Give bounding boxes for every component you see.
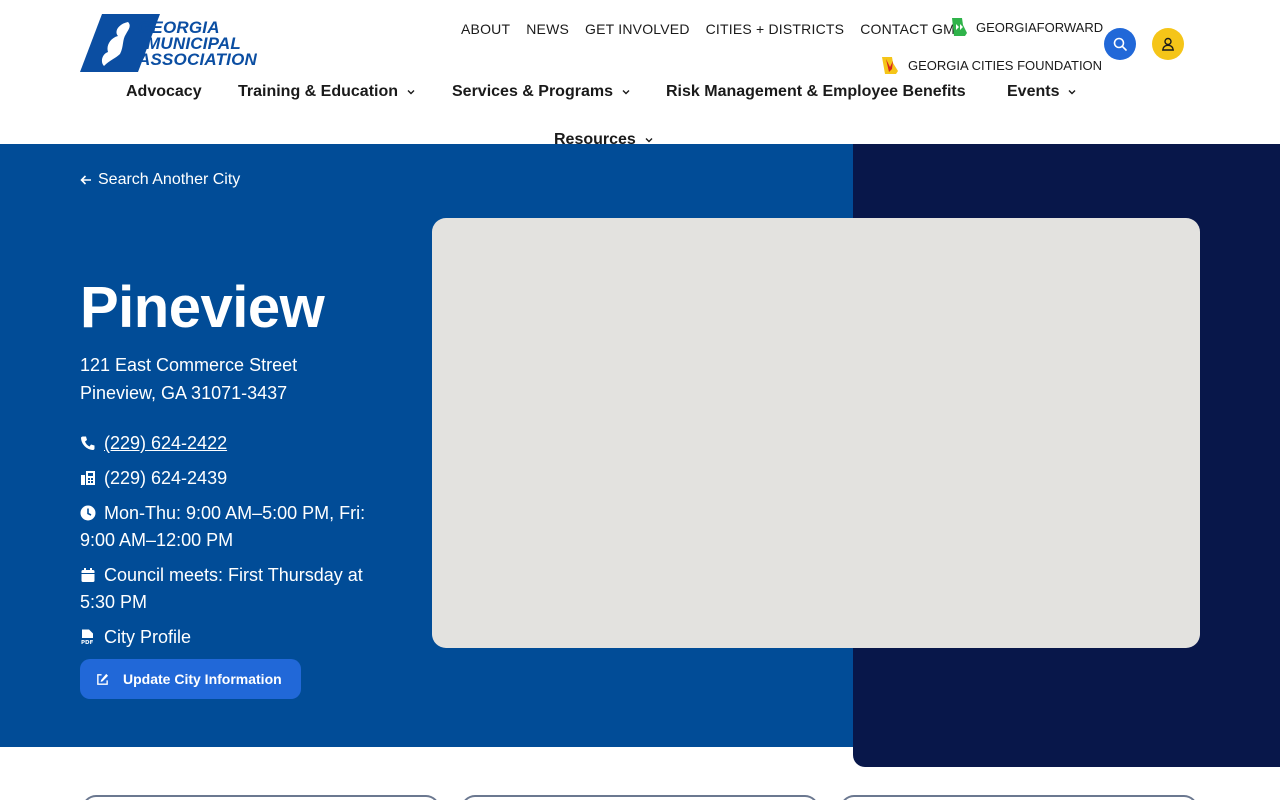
nav-training-label: Training & Education <box>238 83 399 100</box>
georgia-forward-icon <box>952 18 967 36</box>
site-header: GEORGIA MUNICIPAL ASSOCIATION ABOUT NEWS… <box>0 0 1280 148</box>
search-button[interactable] <box>1104 28 1136 60</box>
nav-services-label: Services & Programs <box>452 83 613 100</box>
hours-row: Mon-Thu: 9:00 AM–5:00 PM, Fri: 9:00 AM–1… <box>80 500 400 554</box>
council-row: Council meets: First Thursday at 5:30 PM <box>80 562 400 616</box>
svg-text:PDF: PDF <box>81 640 94 645</box>
search-icon <box>1113 37 1127 51</box>
nav-events-label: Events <box>1007 83 1060 100</box>
nav-risk-management[interactable]: Risk Management & Employee Benefits <box>666 81 966 103</box>
pdf-file-icon: PDF <box>81 629 94 645</box>
georgia-forward-link[interactable]: GEORGIAFORWARD <box>950 17 1103 37</box>
search-another-city-link[interactable]: Search Another City <box>80 171 240 189</box>
util-link-get-involved[interactable]: GET INVOLVED <box>585 20 690 38</box>
office-hours: Mon-Thu: 9:00 AM–5:00 PM, Fri: 9:00 AM–1… <box>80 503 366 550</box>
util-link-about[interactable]: ABOUT <box>461 20 510 38</box>
edit-icon <box>97 673 109 685</box>
phone-link[interactable]: (229) 624-2422 <box>104 433 227 453</box>
nav-services-programs[interactable]: Services & Programs <box>452 81 631 103</box>
city-profile-link[interactable]: City Profile <box>104 627 191 647</box>
logo-wordmark: GEORGIA MUNICIPAL ASSOCIATION <box>138 19 258 69</box>
update-city-information-button[interactable]: Update City Information <box>80 659 301 699</box>
city-name: Pineview <box>80 275 325 340</box>
util-link-news[interactable]: NEWS <box>526 20 569 38</box>
city-address: 121 East Commerce Street Pineview, GA 31… <box>80 351 400 407</box>
fax-icon <box>81 471 95 485</box>
update-city-information-label: Update City Information <box>123 671 282 687</box>
gma-logo[interactable]: GEORGIA MUNICIPAL ASSOCIATION <box>80 14 258 74</box>
info-card <box>461 795 819 800</box>
nav-training-education[interactable]: Training & Education <box>238 81 416 103</box>
account-button[interactable] <box>1152 28 1184 60</box>
util-link-contact[interactable]: CONTACT GMA <box>860 20 964 38</box>
clock-icon <box>80 505 96 521</box>
info-card <box>840 795 1198 800</box>
fax-number: (229) 624-2439 <box>104 468 228 488</box>
georgia-cities-foundation-label: GEORGIA CITIES FOUNDATION <box>908 57 1103 73</box>
chevron-down-icon <box>1068 90 1076 95</box>
chevron-down-icon <box>622 90 630 95</box>
georgia-cities-foundation-icon <box>882 57 898 74</box>
profile-row: PDF City Profile <box>80 624 400 651</box>
calendar-icon <box>81 568 95 582</box>
info-card <box>82 795 440 800</box>
nav-events[interactable]: Events <box>1007 81 1077 103</box>
fax-row: (229) 624-2439 <box>80 465 400 492</box>
chevron-down-icon <box>407 90 415 95</box>
search-another-city-label: Search Another City <box>98 171 241 188</box>
phone-row: (229) 624-2422 <box>80 430 400 457</box>
nav-advocacy-label: Advocacy <box>126 83 202 100</box>
user-icon <box>1162 37 1174 51</box>
utility-nav: ABOUT NEWS GET INVOLVED CITIES + DISTRIC… <box>461 20 965 38</box>
council-meetings: Council meets: First Thursday at 5:30 PM <box>80 565 363 612</box>
arrow-left-icon <box>80 175 91 185</box>
georgia-forward-label: GEORGIAFORWARD <box>976 19 1104 35</box>
logo-line3: ASSOCIATION <box>138 50 258 69</box>
city-map[interactable] <box>432 218 1200 648</box>
georgia-cities-foundation-link[interactable]: GEORGIA CITIES FOUNDATION <box>880 55 1102 75</box>
address-line2: Pineview, GA 31071-3437 <box>80 383 288 403</box>
nav-risk-label: Risk Management & Employee Benefits <box>666 83 966 100</box>
nav-advocacy[interactable]: Advocacy <box>126 81 202 103</box>
phone-icon <box>81 436 95 450</box>
address-line1: 121 East Commerce Street <box>80 355 298 375</box>
util-link-cities-districts[interactable]: CITIES + DISTRICTS <box>706 20 845 38</box>
